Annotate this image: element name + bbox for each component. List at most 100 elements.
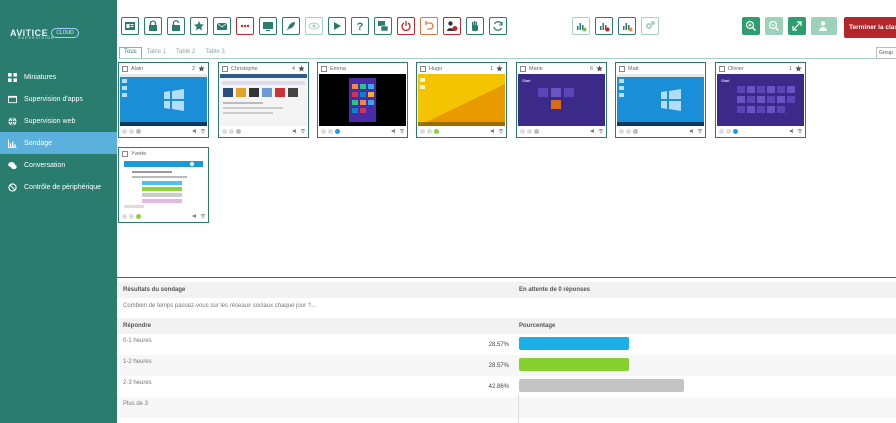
thumbnail-header: Marie 6 xyxy=(517,63,606,74)
status-dot xyxy=(534,128,539,134)
undo-icon xyxy=(425,21,434,30)
student-thumbnail[interactable]: Hugo 1 xyxy=(416,62,507,138)
launch-button[interactable] xyxy=(282,17,300,35)
power-button[interactable] xyxy=(397,17,415,35)
question-text: Combien de temps passez-vous sur les rés… xyxy=(123,303,317,309)
play-button[interactable] xyxy=(328,17,346,35)
tabs-divider xyxy=(119,58,876,59)
status-dot xyxy=(733,128,738,134)
student-thumbnail[interactable]: Christophe 4 xyxy=(218,62,309,138)
end-class-button[interactable]: Terminer la classe xyxy=(844,17,896,38)
star-icon[interactable] xyxy=(298,65,305,72)
logout-user-button[interactable] xyxy=(443,17,461,35)
lock-button[interactable] xyxy=(144,17,162,35)
sidebar-item-conversation[interactable]: Conversation xyxy=(0,154,117,176)
unlock-icon xyxy=(172,20,180,31)
select-checkbox[interactable] xyxy=(222,65,228,72)
select-checkbox[interactable] xyxy=(122,150,128,157)
thumbnail-footer xyxy=(122,127,206,135)
status-dot xyxy=(726,128,731,134)
student-screen[interactable]: Start xyxy=(518,74,605,126)
select-checkbox[interactable] xyxy=(619,65,625,72)
select-checkbox[interactable] xyxy=(122,65,128,72)
show-screen-button[interactable] xyxy=(259,17,277,35)
tab-tous[interactable]: Tous xyxy=(119,47,142,58)
answer-row: Plus de 3 xyxy=(117,397,896,418)
view-button[interactable] xyxy=(305,17,323,35)
remote-control-button[interactable] xyxy=(374,17,392,35)
answer-row: 2-3 heures 42.86% xyxy=(117,376,896,397)
answer-percent: 28.57% xyxy=(488,342,509,348)
tab-table-2[interactable]: Table 2 xyxy=(171,47,200,58)
student-thumbnail[interactable]: Olivier 1 Start xyxy=(715,62,806,138)
tab-table-1[interactable]: Table 1 xyxy=(142,47,171,58)
poll-results-button[interactable] xyxy=(572,17,590,35)
wifi-icon xyxy=(797,129,803,134)
expand-button[interactable] xyxy=(788,17,806,35)
student-screen[interactable] xyxy=(418,74,505,126)
student-thumbnail[interactable]: Marie 6 Start xyxy=(516,62,607,138)
student-screen[interactable] xyxy=(617,74,704,126)
select-checkbox[interactable] xyxy=(321,65,327,72)
status-dot xyxy=(122,213,127,219)
group-button[interactable]: Group xyxy=(876,47,896,59)
zoom-out-button[interactable] xyxy=(765,17,783,35)
wifi-icon xyxy=(200,214,206,219)
star-icon[interactable] xyxy=(496,65,503,72)
wifi-icon xyxy=(399,129,405,134)
thumbnail-header: Yvette xyxy=(119,148,208,159)
group-tabs: Tous Table 1 Table 2 Table 3 xyxy=(119,47,230,58)
student-screen[interactable] xyxy=(220,74,307,126)
results-waiting: En attente de 0 réponses xyxy=(519,287,591,293)
thumbnail-header: Christophe 4 xyxy=(219,63,308,74)
block-icon xyxy=(8,182,17,192)
status-dot xyxy=(236,128,241,134)
student-screen[interactable] xyxy=(120,74,207,126)
gears-icon xyxy=(646,21,655,29)
results-header: Résultats du sondage En attente de 0 rép… xyxy=(117,282,896,298)
select-checkbox[interactable] xyxy=(420,65,426,72)
sidebar-item-supervision-web[interactable]: Supervision web xyxy=(0,110,117,132)
speaker-icon xyxy=(192,213,196,219)
user-list-button[interactable] xyxy=(811,17,837,35)
star-count: 2 xyxy=(191,65,195,72)
unlock-button[interactable] xyxy=(167,17,185,35)
status-dot xyxy=(136,128,141,134)
star-icon[interactable] xyxy=(795,65,802,72)
sidebar-item-miniatures[interactable]: Miniatures xyxy=(0,66,117,88)
sidebar-item-controle-peripherique[interactable]: Contrôle de périphérique xyxy=(0,176,117,198)
student-screen[interactable]: Start xyxy=(717,74,804,126)
student-thumbnail[interactable]: Emma xyxy=(317,62,408,138)
speaker-icon xyxy=(789,128,793,134)
tab-table-3[interactable]: Table 3 xyxy=(200,47,229,58)
select-checkbox[interactable] xyxy=(520,65,526,72)
student-name: Yvette xyxy=(131,150,147,157)
favorite-button[interactable] xyxy=(190,17,208,35)
student-thumbnail[interactable]: Alain 2 xyxy=(118,62,209,138)
sidebar-item-sondage[interactable]: Sondage xyxy=(0,132,117,154)
record-button[interactable] xyxy=(236,17,254,35)
student-screen[interactable] xyxy=(120,159,207,211)
student-card-button[interactable] xyxy=(121,17,139,35)
refresh-button[interactable] xyxy=(489,17,507,35)
answer-row: 0-1 heures 28.57% xyxy=(117,334,896,355)
student-thumbnail[interactable]: Yvette xyxy=(118,147,209,223)
zoom-in-button[interactable] xyxy=(742,17,760,35)
poll-stop-button[interactable] xyxy=(595,17,613,35)
student-screen[interactable] xyxy=(319,74,406,126)
sidebar-nav: Miniatures Supervision d'apps Supervisio… xyxy=(0,66,117,198)
student-name: Emma xyxy=(330,65,346,72)
message-button[interactable] xyxy=(213,17,231,35)
star-icon[interactable] xyxy=(198,65,205,72)
student-thumbnail[interactable]: Matt xyxy=(615,62,706,138)
logo-sub: SUPERVISION xyxy=(18,36,55,40)
help-button[interactable]: ? xyxy=(351,17,369,35)
poll-edit-button[interactable] xyxy=(618,17,636,35)
raise-hand-button[interactable] xyxy=(466,17,484,35)
select-checkbox[interactable] xyxy=(719,65,725,72)
star-icon[interactable] xyxy=(596,65,603,72)
restart-button[interactable] xyxy=(420,17,438,35)
sidebar-item-supervision-apps[interactable]: Supervision d'apps xyxy=(0,88,117,110)
remote-screen-icon xyxy=(378,21,389,32)
settings-button[interactable] xyxy=(641,17,659,35)
